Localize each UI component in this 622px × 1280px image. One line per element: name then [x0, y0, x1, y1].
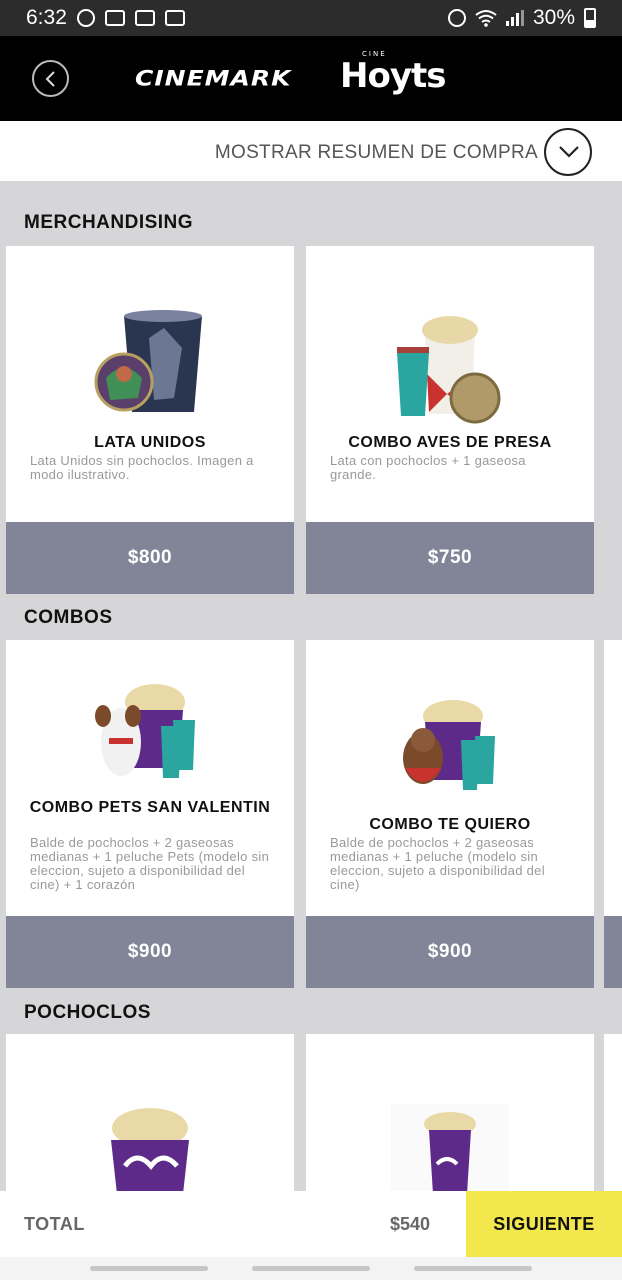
- status-time: 6:32: [26, 6, 67, 29]
- nav-back-button[interactable]: [414, 1266, 532, 1271]
- product-image: [306, 314, 594, 424]
- product-price[interactable]: $900: [6, 916, 294, 988]
- chevron-left-icon: [45, 71, 55, 87]
- next-button[interactable]: SIGUIENTE: [466, 1191, 622, 1257]
- hoyts-logo-small: CINE: [362, 50, 387, 58]
- product-name: COMBO AVES DE PRESA: [348, 434, 552, 451]
- product-card-combo-pets-san-valentin[interactable]: COMBO PETS SAN VALENTIN Balde de pochocl…: [6, 640, 294, 988]
- product-image: [306, 1104, 594, 1194]
- wifi-icon: [475, 10, 497, 27]
- product-name: COMBO PETS SAN VALENTIN: [29, 799, 271, 816]
- chevron-down-icon: [559, 146, 579, 158]
- nav-recent-button[interactable]: [90, 1266, 208, 1271]
- footer-total-bar: TOTAL $540 SIGUIENTE: [0, 1191, 622, 1257]
- signal-icon: [505, 10, 524, 26]
- cinemark-logo: CINEMARK: [135, 66, 292, 91]
- product-image: [6, 680, 294, 792]
- product-price[interactable]: $750: [306, 522, 594, 594]
- summary-toggle-button[interactable]: [544, 128, 592, 176]
- product-description: Lata con pochoclos + 1 gaseosa grande.: [330, 453, 526, 482]
- product-description: Balde de pochoclos + 2 gaseosas medianas…: [30, 835, 270, 892]
- total-value: $540: [390, 1214, 431, 1234]
- mail-icon-2: [164, 10, 185, 26]
- back-button[interactable]: [32, 60, 69, 97]
- product-price[interactable]: $900: [306, 916, 594, 988]
- alarm-icon: [447, 9, 466, 27]
- product-card-lata-unidos[interactable]: LATA UNIDOS Lata Unidos sin pochoclos. I…: [6, 246, 294, 594]
- product-card-combo-te-quiero[interactable]: COMBO TE QUIERO Balde de pochoclos + 2 g…: [306, 640, 594, 988]
- battery-percent: 30%: [532, 6, 575, 29]
- hoyts-logo: CINE Hoyts: [340, 50, 446, 96]
- product-card-partial[interactable]: [604, 640, 622, 988]
- product-card-partial-2[interactable]: [604, 1034, 622, 1194]
- product-image: [6, 1106, 294, 1194]
- product-name: COMBO TE QUIERO: [369, 816, 531, 833]
- hoyts-logo-text: Hoyts: [340, 56, 446, 96]
- status-bar: 6:32 30%: [0, 0, 622, 36]
- total-label: TOTAL: [24, 1214, 85, 1234]
- eye-icon: [76, 9, 95, 27]
- product-card-pochoclos-1[interactable]: [6, 1034, 294, 1194]
- product-card-combo-aves-de-presa[interactable]: COMBO AVES DE PRESA Lata con pochoclos +…: [306, 246, 594, 594]
- product-description: Balde de pochoclos + 2 gaseosas medianas…: [330, 835, 545, 892]
- product-name: LATA UNIDOS: [94, 434, 206, 451]
- product-image: [306, 696, 594, 796]
- product-price[interactable]: $800: [6, 522, 294, 594]
- section-title-combos: COMBOS: [24, 607, 113, 628]
- voicemail-icon: [104, 10, 125, 26]
- product-card-pochoclos-2[interactable]: [306, 1034, 594, 1194]
- product-image: [6, 308, 294, 423]
- product-description: Lata Unidos sin pochoclos. Imagen a modo…: [30, 453, 254, 482]
- app-header: CINEMARK CINE Hoyts: [0, 36, 622, 121]
- summary-bar[interactable]: MOSTRAR RESUMEN DE COMPRA: [0, 121, 622, 181]
- system-nav-bar: [0, 1257, 622, 1280]
- section-title-merchandising: MERCHANDISING: [24, 212, 194, 233]
- summary-label: MOSTRAR RESUMEN DE COMPRA: [214, 142, 538, 163]
- battery-icon: [584, 8, 596, 28]
- nav-home-button[interactable]: [252, 1266, 370, 1271]
- mail-icon: [134, 10, 155, 26]
- product-price-partial: [604, 916, 622, 988]
- section-title-pochoclos: POCHOCLOS: [24, 1002, 151, 1023]
